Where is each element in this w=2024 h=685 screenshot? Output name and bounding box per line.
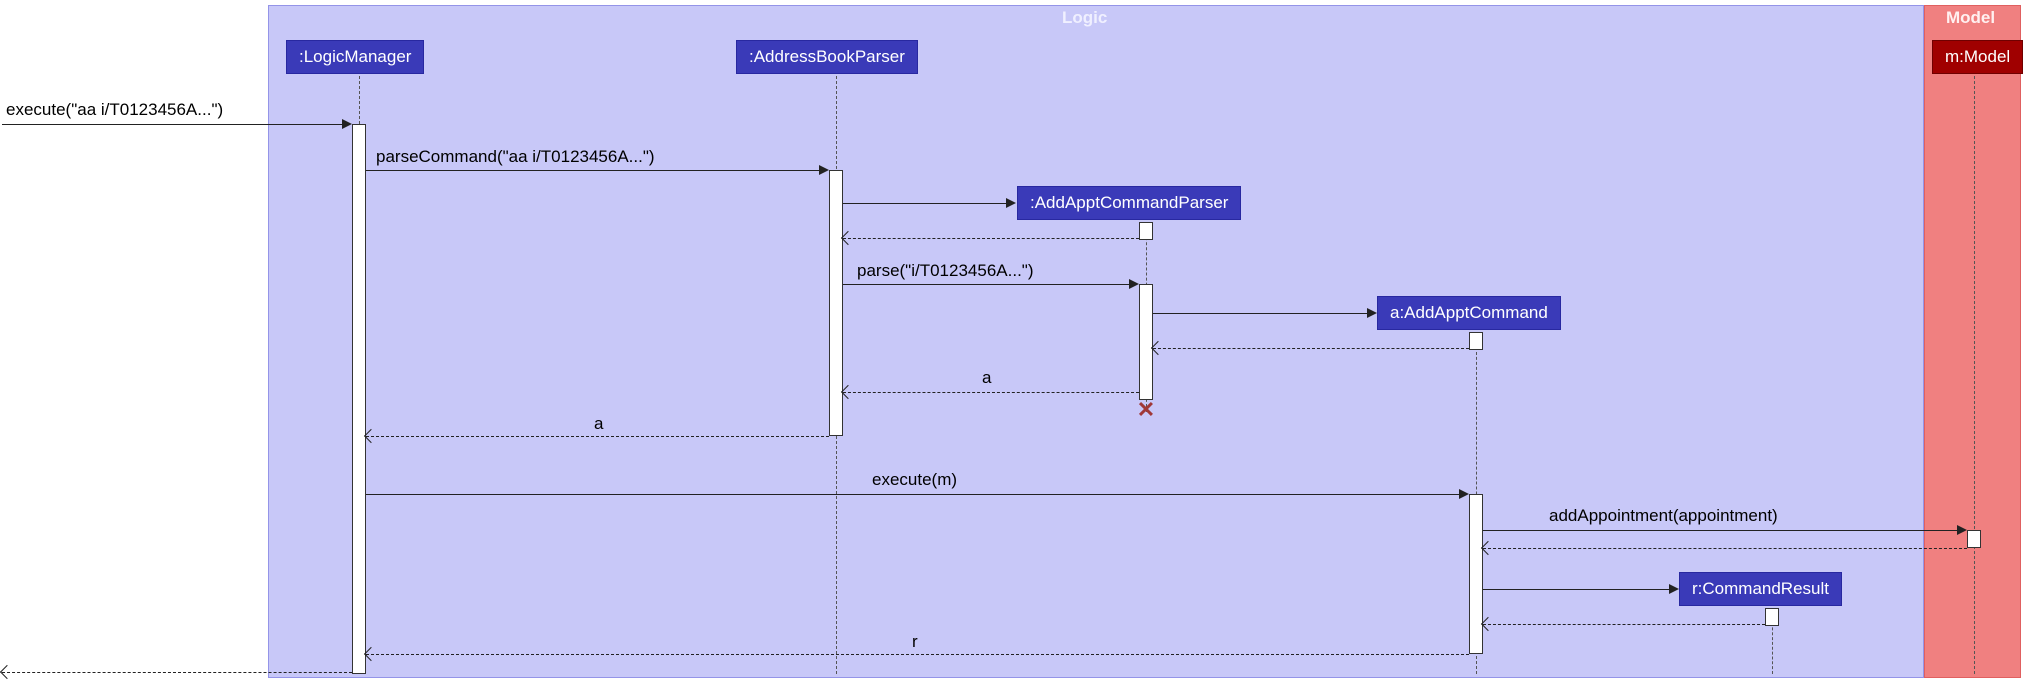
frame-model-title: Model [1946, 8, 1995, 28]
msg-parsecommand-label: parseCommand("aa i/T0123456A...") [376, 147, 655, 167]
participant-address-book-parser: :AddressBookParser [736, 40, 918, 74]
frame-model [1924, 5, 2021, 678]
arrow-create-result-return [1483, 624, 1765, 625]
arrow-execute-m [366, 494, 1461, 495]
arrow-create-command [1153, 313, 1369, 314]
arrow-return-r [366, 654, 1469, 655]
activation-add-appt-command-1 [1469, 332, 1483, 350]
msg-return-a2-label: a [594, 414, 603, 434]
activation-command-result [1765, 608, 1779, 626]
msg-return-r-label: r [912, 632, 918, 652]
participant-model: m:Model [1932, 40, 2023, 74]
arrow-addappointment [1483, 530, 1959, 531]
activation-address-book-parser [829, 170, 843, 436]
arrow-return-a1 [843, 392, 1139, 393]
activation-add-appt-command-parser-2 [1139, 284, 1153, 400]
frame-logic-title: Logic [1062, 8, 1107, 28]
arrow-create-parser [843, 203, 1008, 204]
destroy-parser-icon: ✕ [1136, 400, 1156, 420]
lifeline-model [1974, 76, 1975, 674]
participant-logic-manager: :LogicManager [286, 40, 424, 74]
arrow-execute [2, 124, 344, 125]
arrow-parse [843, 284, 1131, 285]
activation-model [1967, 530, 1981, 548]
participant-add-appt-command: a:AddApptCommand [1377, 296, 1561, 330]
activation-logic-manager [352, 124, 366, 674]
arrow-execute-m-head [1459, 489, 1469, 499]
arrow-execute-head [342, 119, 352, 129]
msg-return-a1-label: a [982, 368, 991, 388]
arrow-create-result-head [1669, 584, 1679, 594]
arrow-addappointment-return [1483, 548, 1967, 549]
arrow-parsecommand [366, 170, 821, 171]
arrow-parsecommand-head [819, 165, 829, 175]
msg-execute-m-label: execute(m) [872, 470, 957, 490]
arrow-addappointment-head [1957, 525, 1967, 535]
arrow-final-return-head [0, 665, 14, 679]
msg-parse-label: parse("i/T0123456A...") [857, 261, 1034, 281]
arrow-return-a2 [366, 436, 829, 437]
arrow-create-command-head [1367, 308, 1377, 318]
arrow-parse-head [1129, 279, 1139, 289]
msg-addappointment-label: addAppointment(appointment) [1549, 506, 1778, 526]
participant-add-appt-command-parser: :AddApptCommandParser [1017, 186, 1241, 220]
arrow-create-parser-return [843, 238, 1139, 239]
arrow-create-parser-head [1006, 198, 1016, 208]
arrow-create-result [1483, 589, 1671, 590]
msg-execute-label: execute("aa i/T0123456A...") [6, 100, 223, 120]
arrow-final-return [2, 672, 352, 673]
participant-command-result: r:CommandResult [1679, 572, 1842, 606]
activation-add-appt-command-2 [1469, 494, 1483, 654]
activation-add-appt-command-parser-1 [1139, 222, 1153, 240]
frame-logic [268, 5, 1924, 678]
arrow-create-command-return [1153, 348, 1469, 349]
